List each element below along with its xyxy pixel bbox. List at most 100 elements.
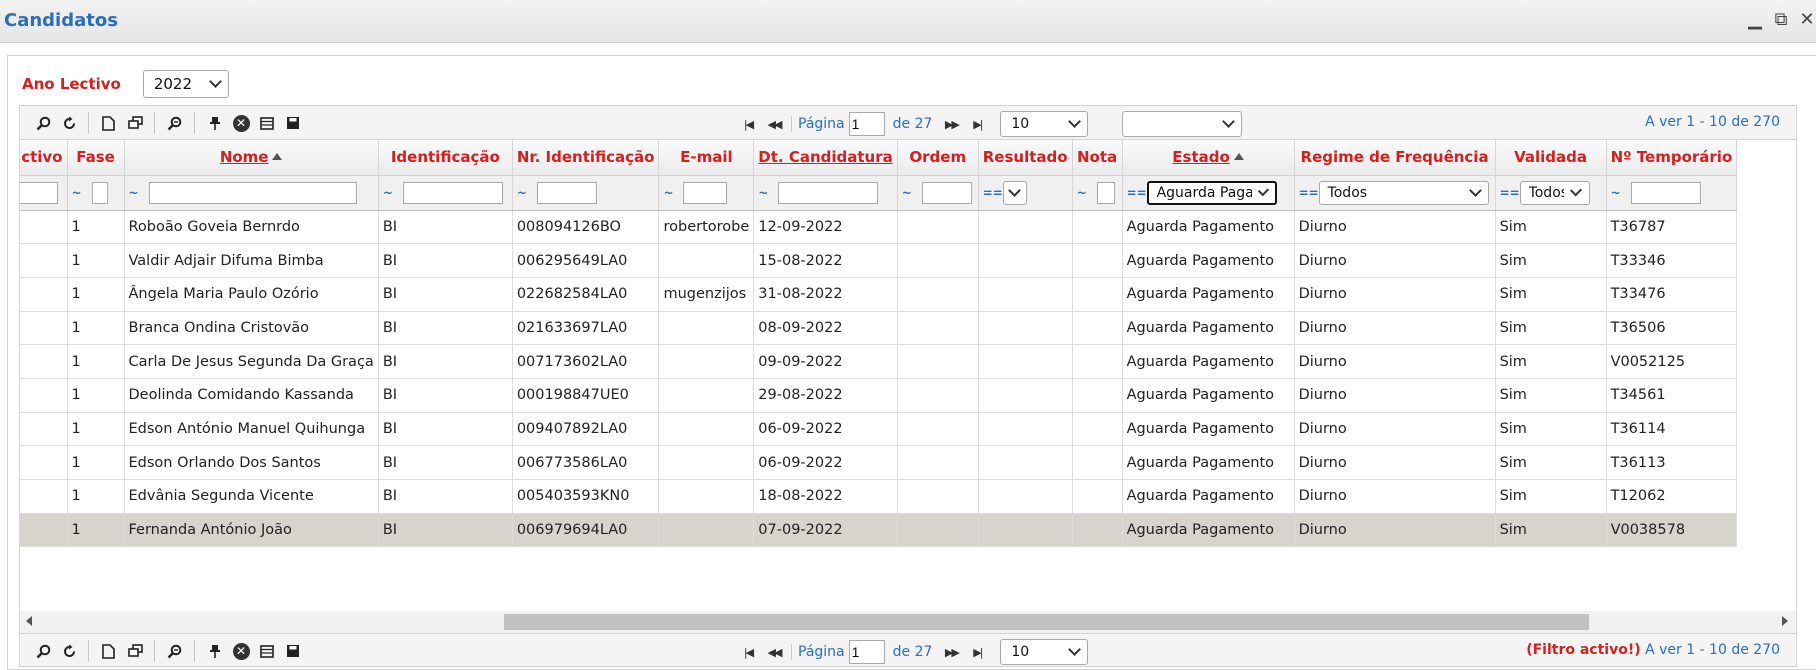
- filter-operator[interactable]: ==: [1299, 186, 1319, 200]
- save-icon[interactable]: [280, 112, 306, 134]
- ano-lectivo-select[interactable]: 2022: [142, 70, 229, 98]
- filter-operator[interactable]: ~: [1077, 186, 1091, 200]
- filter-operator[interactable]: ~: [383, 186, 397, 200]
- filter-input[interactable]: [20, 181, 58, 204]
- prev-page-icon[interactable]: ◀◀: [761, 118, 787, 131]
- horizontal-scrollbar[interactable]: [20, 611, 1796, 633]
- next-page-icon[interactable]: ▶▶: [938, 118, 964, 131]
- delete-icon[interactable]: ✕: [228, 112, 254, 134]
- col-estado[interactable]: Estado: [1122, 140, 1295, 176]
- cell-regime: Diurno: [1294, 210, 1496, 245]
- page-number-input[interactable]: [848, 640, 885, 664]
- rows-per-page-select[interactable]: 10: [1000, 639, 1089, 665]
- grid-layout-icon[interactable]: [254, 112, 280, 134]
- copy-record-icon[interactable]: [122, 112, 148, 134]
- new-record-icon[interactable]: [88, 640, 122, 662]
- view-record-icon[interactable]: [154, 112, 188, 134]
- col-email[interactable]: E-mail: [658, 140, 755, 176]
- table-row[interactable]: 1 Carla De Jesus Segunda Da Graça BI 007173…: [20, 344, 1738, 379]
- scrollbar-thumb[interactable]: [504, 614, 1589, 630]
- chevron-down-icon: [1570, 183, 1583, 197]
- table-row[interactable]: 1 Edson Orlando Dos Santos BI 006773586LA0 0…: [20, 445, 1738, 480]
- close-icon[interactable]: ✕: [1798, 10, 1816, 30]
- col-ordem[interactable]: Ordem: [897, 140, 979, 176]
- rows-per-page-select[interactable]: 10: [1000, 111, 1089, 137]
- cell-estado: Aguarda Pagamento: [1122, 513, 1295, 548]
- filter-operator[interactable]: ~: [517, 186, 531, 200]
- filter-input[interactable]: [921, 181, 972, 204]
- filter-operator[interactable]: ~: [663, 186, 677, 200]
- filter-operator[interactable]: ==: [1127, 186, 1147, 200]
- refresh-icon[interactable]: [56, 640, 82, 662]
- filter-operator[interactable]: ~: [129, 186, 143, 200]
- filter-input[interactable]: [402, 181, 503, 204]
- cell-estado: Aguarda Pagamento: [1122, 445, 1295, 480]
- last-page-icon[interactable]: ▶|: [964, 118, 990, 131]
- col-nr-identificacao[interactable]: Nr. Identificação: [512, 140, 660, 176]
- grid-layout-icon[interactable]: [254, 640, 280, 662]
- table-row[interactable]: 1 Fernanda António João BI 006979694LA0 07-0…: [20, 513, 1738, 548]
- cell-email: mugenzijos: [658, 277, 755, 312]
- cell-identificacao: BI: [378, 311, 513, 346]
- last-page-icon[interactable]: ▶|: [964, 646, 990, 659]
- first-page-icon[interactable]: |◀: [735, 118, 761, 131]
- col-resultado[interactable]: Resultado: [978, 140, 1073, 176]
- col-regime-frequencia[interactable]: Regime de Frequência: [1294, 140, 1496, 176]
- validada-filter-select[interactable]: Todos: [1519, 180, 1590, 205]
- search-icon[interactable]: [30, 640, 56, 662]
- col-nome[interactable]: Nome: [124, 140, 379, 176]
- table-row[interactable]: 1 Valdir Adjair Difuma Bimba BI 006295649LA…: [20, 243, 1738, 278]
- scroll-left-icon[interactable]: [26, 616, 32, 626]
- col-nota[interactable]: Nota: [1072, 140, 1123, 176]
- table-row[interactable]: 1 Ângela Maria Paulo Ozório BI 022682584LA0…: [20, 277, 1738, 312]
- page-number-input[interactable]: [848, 112, 885, 136]
- col-validada[interactable]: Validada: [1495, 140, 1607, 176]
- filter-operator[interactable]: ~: [72, 186, 86, 200]
- filter-operator[interactable]: ==: [1500, 186, 1520, 200]
- validada-filter-value: Todos: [1528, 184, 1565, 201]
- pin-icon[interactable]: [194, 640, 228, 662]
- table-row[interactable]: 1 Edson António Manuel Quihunga BI 00940789…: [20, 412, 1738, 447]
- filter-operator[interactable]: ~: [902, 186, 916, 200]
- filter-operator[interactable]: ~: [758, 186, 772, 200]
- regime-filter-select[interactable]: Todos: [1318, 180, 1489, 205]
- estado-filter-select[interactable]: Aguarda Pagamento: [1146, 180, 1277, 205]
- filter-input[interactable]: [148, 181, 357, 204]
- delete-icon[interactable]: ✕: [228, 640, 254, 662]
- table-row[interactable]: 1 Branca Ondina Cristovão BI 021633697LA0 08…: [20, 311, 1738, 346]
- col-fase[interactable]: Fase: [67, 140, 125, 176]
- filter-input[interactable]: [1630, 181, 1701, 204]
- col-ano-lectivo[interactable]: ctivo: [20, 140, 68, 176]
- filter-input[interactable]: [536, 181, 597, 204]
- col-n-temporario[interactable]: Nº Temporário: [1606, 140, 1738, 176]
- filter-select[interactable]: [1002, 180, 1027, 205]
- filter-input[interactable]: [778, 181, 879, 204]
- cell-ano: [20, 445, 68, 480]
- col-dt-candidatura[interactable]: Dt. Candidatura: [753, 140, 898, 176]
- prev-page-icon[interactable]: ◀◀: [761, 646, 787, 659]
- copy-record-icon[interactable]: [122, 640, 148, 662]
- table-row[interactable]: 1 Roboão Goveia Bernrdo BI 008094126BO rober…: [20, 210, 1738, 245]
- view-record-icon[interactable]: [154, 640, 188, 662]
- grid-tools: ✕: [30, 640, 306, 662]
- filter-operator[interactable]: ~: [1611, 186, 1625, 200]
- new-record-icon[interactable]: [88, 112, 122, 134]
- filter-input[interactable]: [683, 181, 728, 204]
- search-icon[interactable]: [30, 112, 56, 134]
- column-select[interactable]: [1122, 111, 1243, 137]
- filter-operator[interactable]: ==: [983, 186, 1003, 200]
- table-row[interactable]: 1 Edvânia Segunda Vicente BI 005403593KN0 18…: [20, 479, 1738, 514]
- filter-input[interactable]: [91, 181, 108, 204]
- scroll-right-icon[interactable]: [1782, 616, 1788, 626]
- next-page-icon[interactable]: ▶▶: [938, 646, 964, 659]
- pin-icon[interactable]: [194, 112, 228, 134]
- refresh-icon[interactable]: [56, 112, 82, 134]
- first-page-icon[interactable]: |◀: [735, 646, 761, 659]
- filter-input[interactable]: [1096, 181, 1115, 204]
- save-icon[interactable]: [280, 640, 306, 662]
- table-row[interactable]: 1 Deolinda Comidando Kassanda BI 000198847U…: [20, 378, 1738, 413]
- minimize-icon[interactable]: ▁: [1746, 10, 1764, 30]
- restore-icon[interactable]: ⧉: [1772, 10, 1790, 30]
- cell-validada: Sim: [1495, 277, 1607, 312]
- col-identificacao[interactable]: Identificação: [378, 140, 513, 176]
